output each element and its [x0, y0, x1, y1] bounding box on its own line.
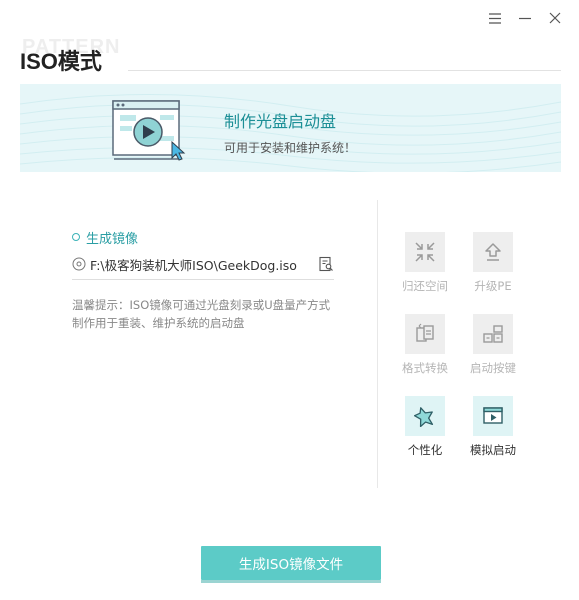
play-window-icon — [473, 396, 513, 436]
page-title: ISO模式 — [20, 49, 102, 74]
section-dot-icon — [72, 233, 80, 241]
menu-icon[interactable] — [487, 10, 503, 26]
disc-icon — [72, 257, 86, 271]
tool-label: 格式转换 — [402, 361, 448, 375]
tool-label: 升级PE — [474, 279, 512, 293]
generate-iso-button[interactable]: 生成ISO镜像文件 — [201, 546, 381, 580]
title-area: PATTERN ISO模式 — [20, 36, 561, 76]
banner-subtitle: 可用于安装和维护系统！ — [224, 141, 357, 155]
tool-grid: 归还空间 升级PE 格式转换 启动按键 个性化 模拟启动 — [396, 232, 522, 458]
iso-settings-panel: 生成镜像 F:\极客狗装机大师ISO\GeekDog.iso 温馨提示：ISO镜… — [72, 228, 334, 332]
tool-upgrade-pe[interactable]: 升级PE — [464, 232, 522, 294]
window-controls — [487, 10, 563, 26]
shrink-arrows-icon — [405, 232, 445, 272]
browse-file-icon[interactable] — [318, 256, 334, 272]
banner-title: 制作光盘启动盘 — [224, 112, 337, 131]
tool-boot-keys[interactable]: 启动按键 — [464, 314, 522, 376]
tool-label: 启动按键 — [470, 361, 516, 375]
star-icon — [405, 396, 445, 436]
tool-label: 个性化 — [407, 443, 443, 457]
tool-format-convert[interactable]: 格式转换 — [396, 314, 454, 376]
file-convert-icon — [405, 314, 445, 354]
tool-label: 模拟启动 — [470, 443, 516, 457]
section-header: 生成镜像 — [72, 228, 334, 247]
iso-path-field[interactable]: F:\极客狗装机大师ISO\GeekDog.iso — [72, 252, 334, 280]
media-window-icon — [112, 100, 186, 161]
upload-arrow-icon — [473, 232, 513, 272]
tip-text: 温馨提示：ISO镜像可通过光盘刻录或U盘量产方式制作用于重装、维护系统的启动盘 — [72, 298, 331, 330]
tool-personalize[interactable]: 个性化 — [396, 396, 454, 458]
minimize-icon[interactable] — [517, 10, 533, 26]
section-label: 生成镜像 — [86, 231, 139, 247]
button-shadow — [201, 580, 381, 583]
keyboard-keys-icon — [473, 314, 513, 354]
close-icon[interactable] — [547, 10, 563, 26]
vertical-divider — [377, 200, 378, 488]
banner: 制作光盘启动盘 可用于安装和维护系统！ — [20, 84, 561, 172]
tool-simulate-boot[interactable]: 模拟启动 — [464, 396, 522, 458]
title-divider — [128, 70, 561, 71]
tool-reclaim-space[interactable]: 归还空间 — [396, 232, 454, 294]
tool-label: 归还空间 — [402, 279, 448, 293]
iso-path-value: F:\极客狗装机大师ISO\GeekDog.iso — [90, 257, 297, 273]
